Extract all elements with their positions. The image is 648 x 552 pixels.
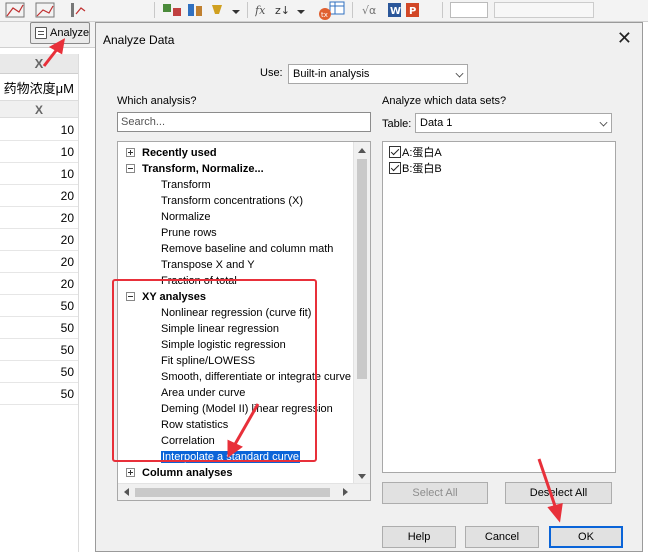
annotation-arrows [42, 38, 563, 523]
